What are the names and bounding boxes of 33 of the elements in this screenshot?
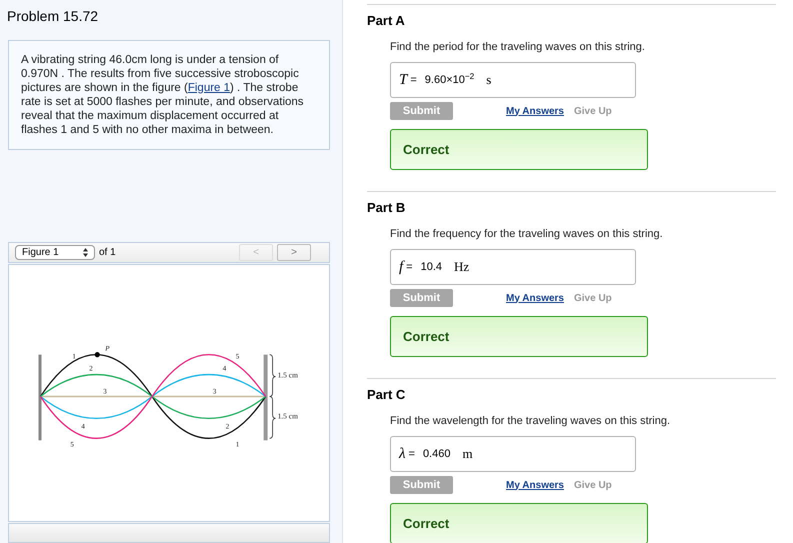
answer-unit: s xyxy=(486,71,492,90)
variable-symbol: T xyxy=(399,70,408,90)
my-answers-link[interactable]: My Answers xyxy=(506,290,564,306)
next-button[interactable]: > xyxy=(277,244,311,261)
figure-select[interactable]: Figure 1 xyxy=(15,244,95,260)
answer-unit: Hz xyxy=(454,258,470,276)
answer-field[interactable]: λ = 0.460 m xyxy=(390,436,636,472)
answer-field[interactable]: f = 10.4 Hz xyxy=(390,249,636,285)
equals-sign: = xyxy=(406,260,413,275)
problem-text: A vibrating string 46.0cm long is under a tension of 0.970N . The results from five successive stroboscopic pictures are shown in the figure (Figure 1) . The strobe rate is set at 5000 flashes per minute, and observations reveal that the maximum displacement occurred at flashes 1 and 5 with no other maxima in between. xyxy=(21,53,305,137)
answer-value: 9.60×10$^{−2}$ xyxy=(424,72,474,88)
equals-sign: = xyxy=(408,446,415,462)
answer-field[interactable]: T = 9.60×10$^{−2}$ s xyxy=(390,62,636,98)
equals-sign: = xyxy=(410,72,417,88)
problem-title: Problem 15.72 xyxy=(6,7,100,26)
part-title: Part C xyxy=(367,386,406,404)
my-answers-link[interactable]: My Answers xyxy=(506,104,564,118)
variable-symbol: λ xyxy=(399,444,406,464)
answer-value: 0.460 xyxy=(422,446,450,462)
question-prompt: Find the frequency for the traveling waves on this string. xyxy=(390,226,664,242)
correct-banner: Correct xyxy=(390,129,648,170)
question-prompt: Find the wavelength for the traveling waves on this string. xyxy=(390,414,672,428)
variable-symbol: f xyxy=(399,258,404,277)
figure-count: of 1 xyxy=(99,246,116,260)
my-answers-link[interactable]: My Answers xyxy=(506,478,564,492)
figure-link[interactable]: Figure 1 xyxy=(188,82,230,94)
question-prompt: Find the period for the traveling waves on this string. xyxy=(390,40,646,54)
part-title: Part B xyxy=(367,199,406,217)
part-title: Part A xyxy=(367,12,406,30)
correct-banner: Correct xyxy=(390,503,648,543)
answer-value: 10.4 xyxy=(420,260,442,275)
answer-unit: m xyxy=(462,445,473,464)
correct-banner: Correct xyxy=(390,316,648,357)
